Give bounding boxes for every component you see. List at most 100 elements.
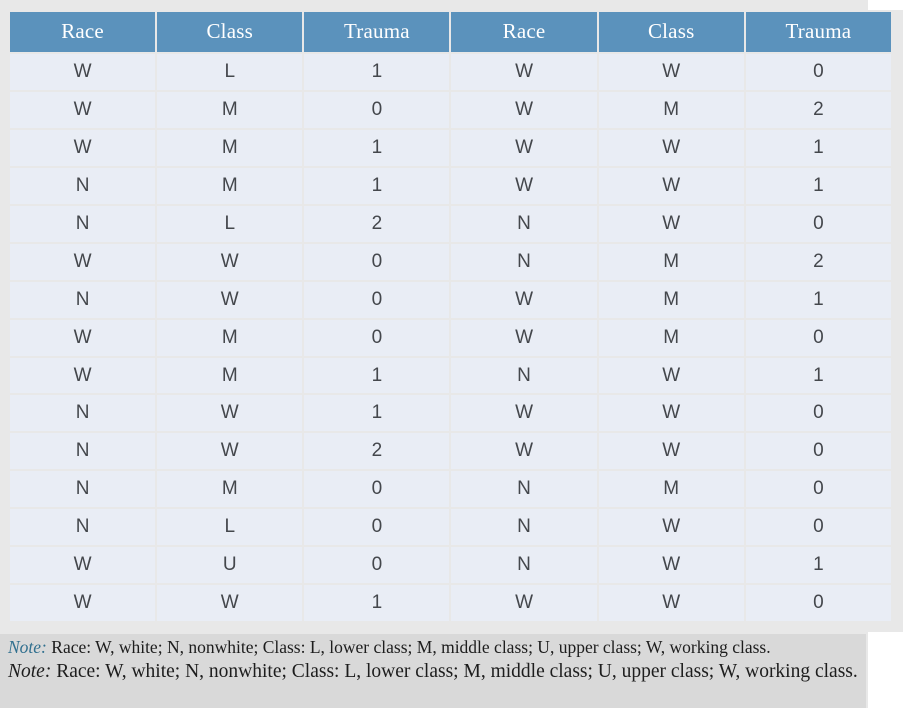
note-primary-label: Note: (8, 637, 47, 657)
cell-trauma-1: 1 (304, 585, 450, 622)
cell-race-2: N (451, 509, 597, 546)
cell-trauma-2: 0 (745, 509, 891, 546)
cell-class-2: M (598, 471, 744, 508)
cell-class-2: W (598, 433, 744, 470)
cell-race-2: W (451, 433, 597, 470)
table-notes: Note: Race: W, white; N, nonwhite; Class… (0, 634, 866, 708)
cell-class-2: M (598, 319, 744, 356)
cell-trauma-1: 0 (304, 91, 450, 128)
table-row: W M 0 W M 2 (10, 91, 891, 128)
column-header-race-2[interactable]: Race (451, 12, 597, 52)
cell-class-2: W (598, 357, 744, 394)
cell-trauma-1: 0 (304, 281, 450, 318)
cell-class-1: M (157, 471, 303, 508)
cell-class-1: M (157, 357, 303, 394)
table-body: W L 1 W W 0 W M 0 W M 2 W M 1 W W 1 N M … (10, 54, 891, 622)
page-root: Race Class Trauma Race Class Trauma W L … (0, 0, 903, 708)
cell-race-1: W (10, 357, 156, 394)
table-header-row: Race Class Trauma Race Class Trauma (10, 12, 891, 52)
cell-race-2: W (451, 585, 597, 622)
table-row: W U 0 N W 1 (10, 547, 891, 584)
table-row: N W 0 W M 1 (10, 281, 891, 318)
cell-race-2: W (451, 167, 597, 204)
table-row: W M 1 N W 1 (10, 357, 891, 394)
cell-class-1: W (157, 281, 303, 318)
race-class-trauma-table: Race Class Trauma Race Class Trauma W L … (8, 10, 893, 623)
cell-trauma-1: 0 (304, 243, 450, 280)
cell-trauma-1: 2 (304, 205, 450, 242)
column-header-trauma-2[interactable]: Trauma (745, 12, 891, 52)
cell-trauma-1: 0 (304, 547, 450, 584)
cell-race-2: W (451, 395, 597, 432)
cell-class-1: M (157, 129, 303, 166)
cell-trauma-2: 0 (745, 319, 891, 356)
cell-race-1: W (10, 319, 156, 356)
table-row: W W 1 W W 0 (10, 585, 891, 622)
column-header-class-1[interactable]: Class (157, 12, 303, 52)
table-row: N L 0 N W 0 (10, 509, 891, 546)
cell-race-1: W (10, 547, 156, 584)
cell-race-1: W (10, 243, 156, 280)
data-table-container: Race Class Trauma Race Class Trauma W L … (8, 10, 893, 623)
cell-race-1: N (10, 167, 156, 204)
table-row: N W 2 W W 0 (10, 433, 891, 470)
cell-trauma-2: 0 (745, 54, 891, 90)
column-header-race-1[interactable]: Race (10, 12, 156, 52)
table-row: W M 0 W M 0 (10, 319, 891, 356)
cell-race-2: W (451, 54, 597, 90)
cell-trauma-1: 1 (304, 357, 450, 394)
table-row: W L 1 W W 0 (10, 54, 891, 90)
cell-trauma-2: 1 (745, 357, 891, 394)
note-secondary-text: Race: W, white; N, nonwhite; Class: L, l… (51, 661, 858, 682)
cell-race-1: W (10, 54, 156, 90)
cell-trauma-2: 0 (745, 395, 891, 432)
note-secondary-label: Note: (8, 661, 52, 682)
cell-trauma-2: 2 (745, 91, 891, 128)
table-row: N L 2 N W 0 (10, 205, 891, 242)
cell-class-1: U (157, 547, 303, 584)
cell-race-1: N (10, 509, 156, 546)
cell-race-1: W (10, 129, 156, 166)
cell-race-2: N (451, 471, 597, 508)
cell-class-1: L (157, 205, 303, 242)
cell-class-2: W (598, 205, 744, 242)
column-header-trauma-1[interactable]: Trauma (304, 12, 450, 52)
cell-trauma-1: 0 (304, 509, 450, 546)
cell-class-1: M (157, 167, 303, 204)
cell-trauma-2: 2 (745, 243, 891, 280)
cell-race-2: N (451, 547, 597, 584)
table-row: N M 1 W W 1 (10, 167, 891, 204)
cell-class-1: W (157, 243, 303, 280)
cell-race-1: N (10, 395, 156, 432)
table-row: N M 0 N M 0 (10, 471, 891, 508)
cell-race-1: N (10, 433, 156, 470)
table-row: W W 0 N M 2 (10, 243, 891, 280)
cell-race-2: N (451, 357, 597, 394)
note-primary-text: Race: W, white; N, nonwhite; Class: L, l… (46, 637, 771, 657)
cell-class-1: W (157, 395, 303, 432)
cell-trauma-1: 0 (304, 471, 450, 508)
table-row: N W 1 W W 0 (10, 395, 891, 432)
cell-class-1: M (157, 319, 303, 356)
cell-class-2: W (598, 167, 744, 204)
column-header-class-2[interactable]: Class (598, 12, 744, 52)
cell-trauma-1: 1 (304, 395, 450, 432)
cell-race-2: N (451, 205, 597, 242)
cell-trauma-1: 2 (304, 433, 450, 470)
cell-race-1: N (10, 205, 156, 242)
cell-race-2: W (451, 319, 597, 356)
cell-trauma-1: 1 (304, 129, 450, 166)
cell-class-1: W (157, 585, 303, 622)
cell-trauma-1: 1 (304, 167, 450, 204)
table-row: W M 1 W W 1 (10, 129, 891, 166)
cell-class-2: W (598, 547, 744, 584)
cell-trauma-2: 1 (745, 129, 891, 166)
cell-class-1: L (157, 509, 303, 546)
table-header: Race Class Trauma Race Class Trauma (10, 12, 891, 52)
note-secondary: Note: Race: W, white; N, nonwhite; Class… (8, 660, 868, 684)
cell-race-1: N (10, 471, 156, 508)
cell-race-2: N (451, 243, 597, 280)
cell-trauma-1: 0 (304, 319, 450, 356)
cell-trauma-1: 1 (304, 54, 450, 90)
cell-class-2: W (598, 585, 744, 622)
